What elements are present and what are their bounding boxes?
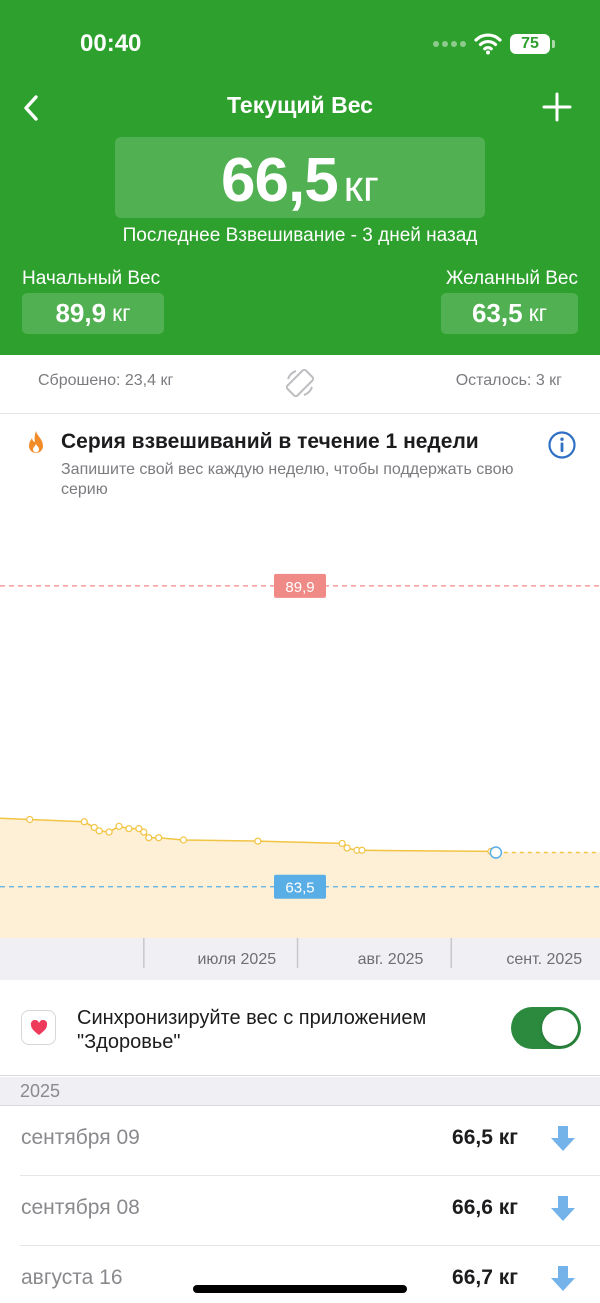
start-weight-value: 89,9 xyxy=(55,298,107,328)
entry-weight: 66,5 кг xyxy=(452,1126,518,1149)
entry-date: августа 16 xyxy=(21,1266,123,1289)
data-point xyxy=(338,839,346,848)
header: 00:40 75 Текущий Вес 66,5 кг Последнее В… xyxy=(0,0,600,355)
data-point xyxy=(145,834,153,842)
data-point xyxy=(95,827,103,835)
streak-title: Серия взвешиваний в течение 1 недели xyxy=(61,430,479,453)
flame-icon xyxy=(29,431,43,453)
signal-dots-icon xyxy=(433,41,466,47)
data-point xyxy=(125,825,133,833)
data-point xyxy=(358,846,366,854)
toggle-knob[interactable] xyxy=(542,1010,578,1046)
data-point xyxy=(489,846,503,859)
year-header: 2025 xyxy=(0,1077,600,1106)
lost-weight-text: Сброшено: 23,4 кг xyxy=(38,372,174,389)
arrow-down-icon xyxy=(551,1266,575,1291)
entry-date: сентября 08 xyxy=(21,1196,140,1219)
data-point xyxy=(179,836,188,844)
health-sync-toggle[interactable] xyxy=(511,1007,581,1049)
data-point xyxy=(155,834,163,842)
goal-weight-unit: кг xyxy=(528,300,548,326)
wifi-icon xyxy=(474,33,502,55)
history-row[interactable]: сентября 08 66,6 кг xyxy=(0,1176,600,1246)
goal-weight-button[interactable]: 63,5 кг xyxy=(441,293,578,334)
x-axis-label: июля 2025 xyxy=(197,951,276,968)
entry-weight: 66,6 кг xyxy=(452,1196,518,1219)
page-title: Текущий Вес xyxy=(227,92,373,118)
health-app-icon xyxy=(21,1010,56,1045)
health-heart-icon xyxy=(30,1019,47,1035)
weight-chart[interactable]: 89,9 63,5 июля 2025 авг. 2025 сент. 2025 xyxy=(0,505,600,980)
x-axis-label: авг. 2025 xyxy=(358,951,424,968)
start-weight-button[interactable]: 89,9 кг xyxy=(22,293,164,334)
data-point xyxy=(105,828,113,836)
reference-label-1: 63,5 xyxy=(285,880,314,897)
data-point xyxy=(115,822,123,830)
streak-description: Запишите свой вес каждую неделю, чтобы п… xyxy=(61,461,514,498)
rotate-screen-icon[interactable] xyxy=(283,366,317,400)
data-point xyxy=(80,818,88,826)
history-row[interactable]: сентября 09 66,5 кг xyxy=(0,1106,600,1176)
year-label: 2025 xyxy=(20,1081,61,1101)
info-icon[interactable] xyxy=(547,430,577,460)
arrow-down-icon xyxy=(551,1126,575,1151)
current-weight-unit: кг xyxy=(343,162,379,211)
add-weight-button[interactable] xyxy=(540,90,574,124)
current-weight-box: 66,5 кг xyxy=(115,137,485,218)
status-time: 00:40 xyxy=(80,30,142,57)
stats-row: Сброшено: 23,4 кг Осталось: 3 кг xyxy=(0,356,600,414)
data-point xyxy=(140,828,148,836)
plus-icon xyxy=(542,92,572,122)
goal-weight-value: 63,5 xyxy=(471,298,523,328)
data-point xyxy=(26,815,34,824)
entry-date: сентября 09 xyxy=(21,1126,140,1149)
arrow-down-icon xyxy=(551,1196,575,1221)
data-point xyxy=(254,837,262,845)
x-axis-label: сент. 2025 xyxy=(506,951,582,968)
start-weight-label: Начальный Вес xyxy=(22,268,161,289)
home-indicator xyxy=(193,1285,407,1293)
status-icons: 75 xyxy=(433,30,555,58)
reference-label-0: 89,9 xyxy=(285,579,314,596)
start-weight-unit: кг xyxy=(112,300,131,326)
data-point xyxy=(343,844,351,852)
current-weight-value: 66,5 xyxy=(221,146,339,215)
last-weigh-in-text: Последнее Взвешивание - 3 дней назад xyxy=(122,225,478,246)
entry-weight: 66,7 кг xyxy=(452,1266,518,1289)
battery-icon: 75 xyxy=(510,34,555,54)
goal-weight-label: Желанный Вес xyxy=(445,268,578,289)
remaining-weight-text: Осталось: 3 кг xyxy=(455,372,562,389)
health-sync-label: Синхронизируйте вес с приложением "Здоро… xyxy=(77,1007,427,1053)
history-row[interactable]: августа 16 66,7 кг xyxy=(0,1246,600,1303)
